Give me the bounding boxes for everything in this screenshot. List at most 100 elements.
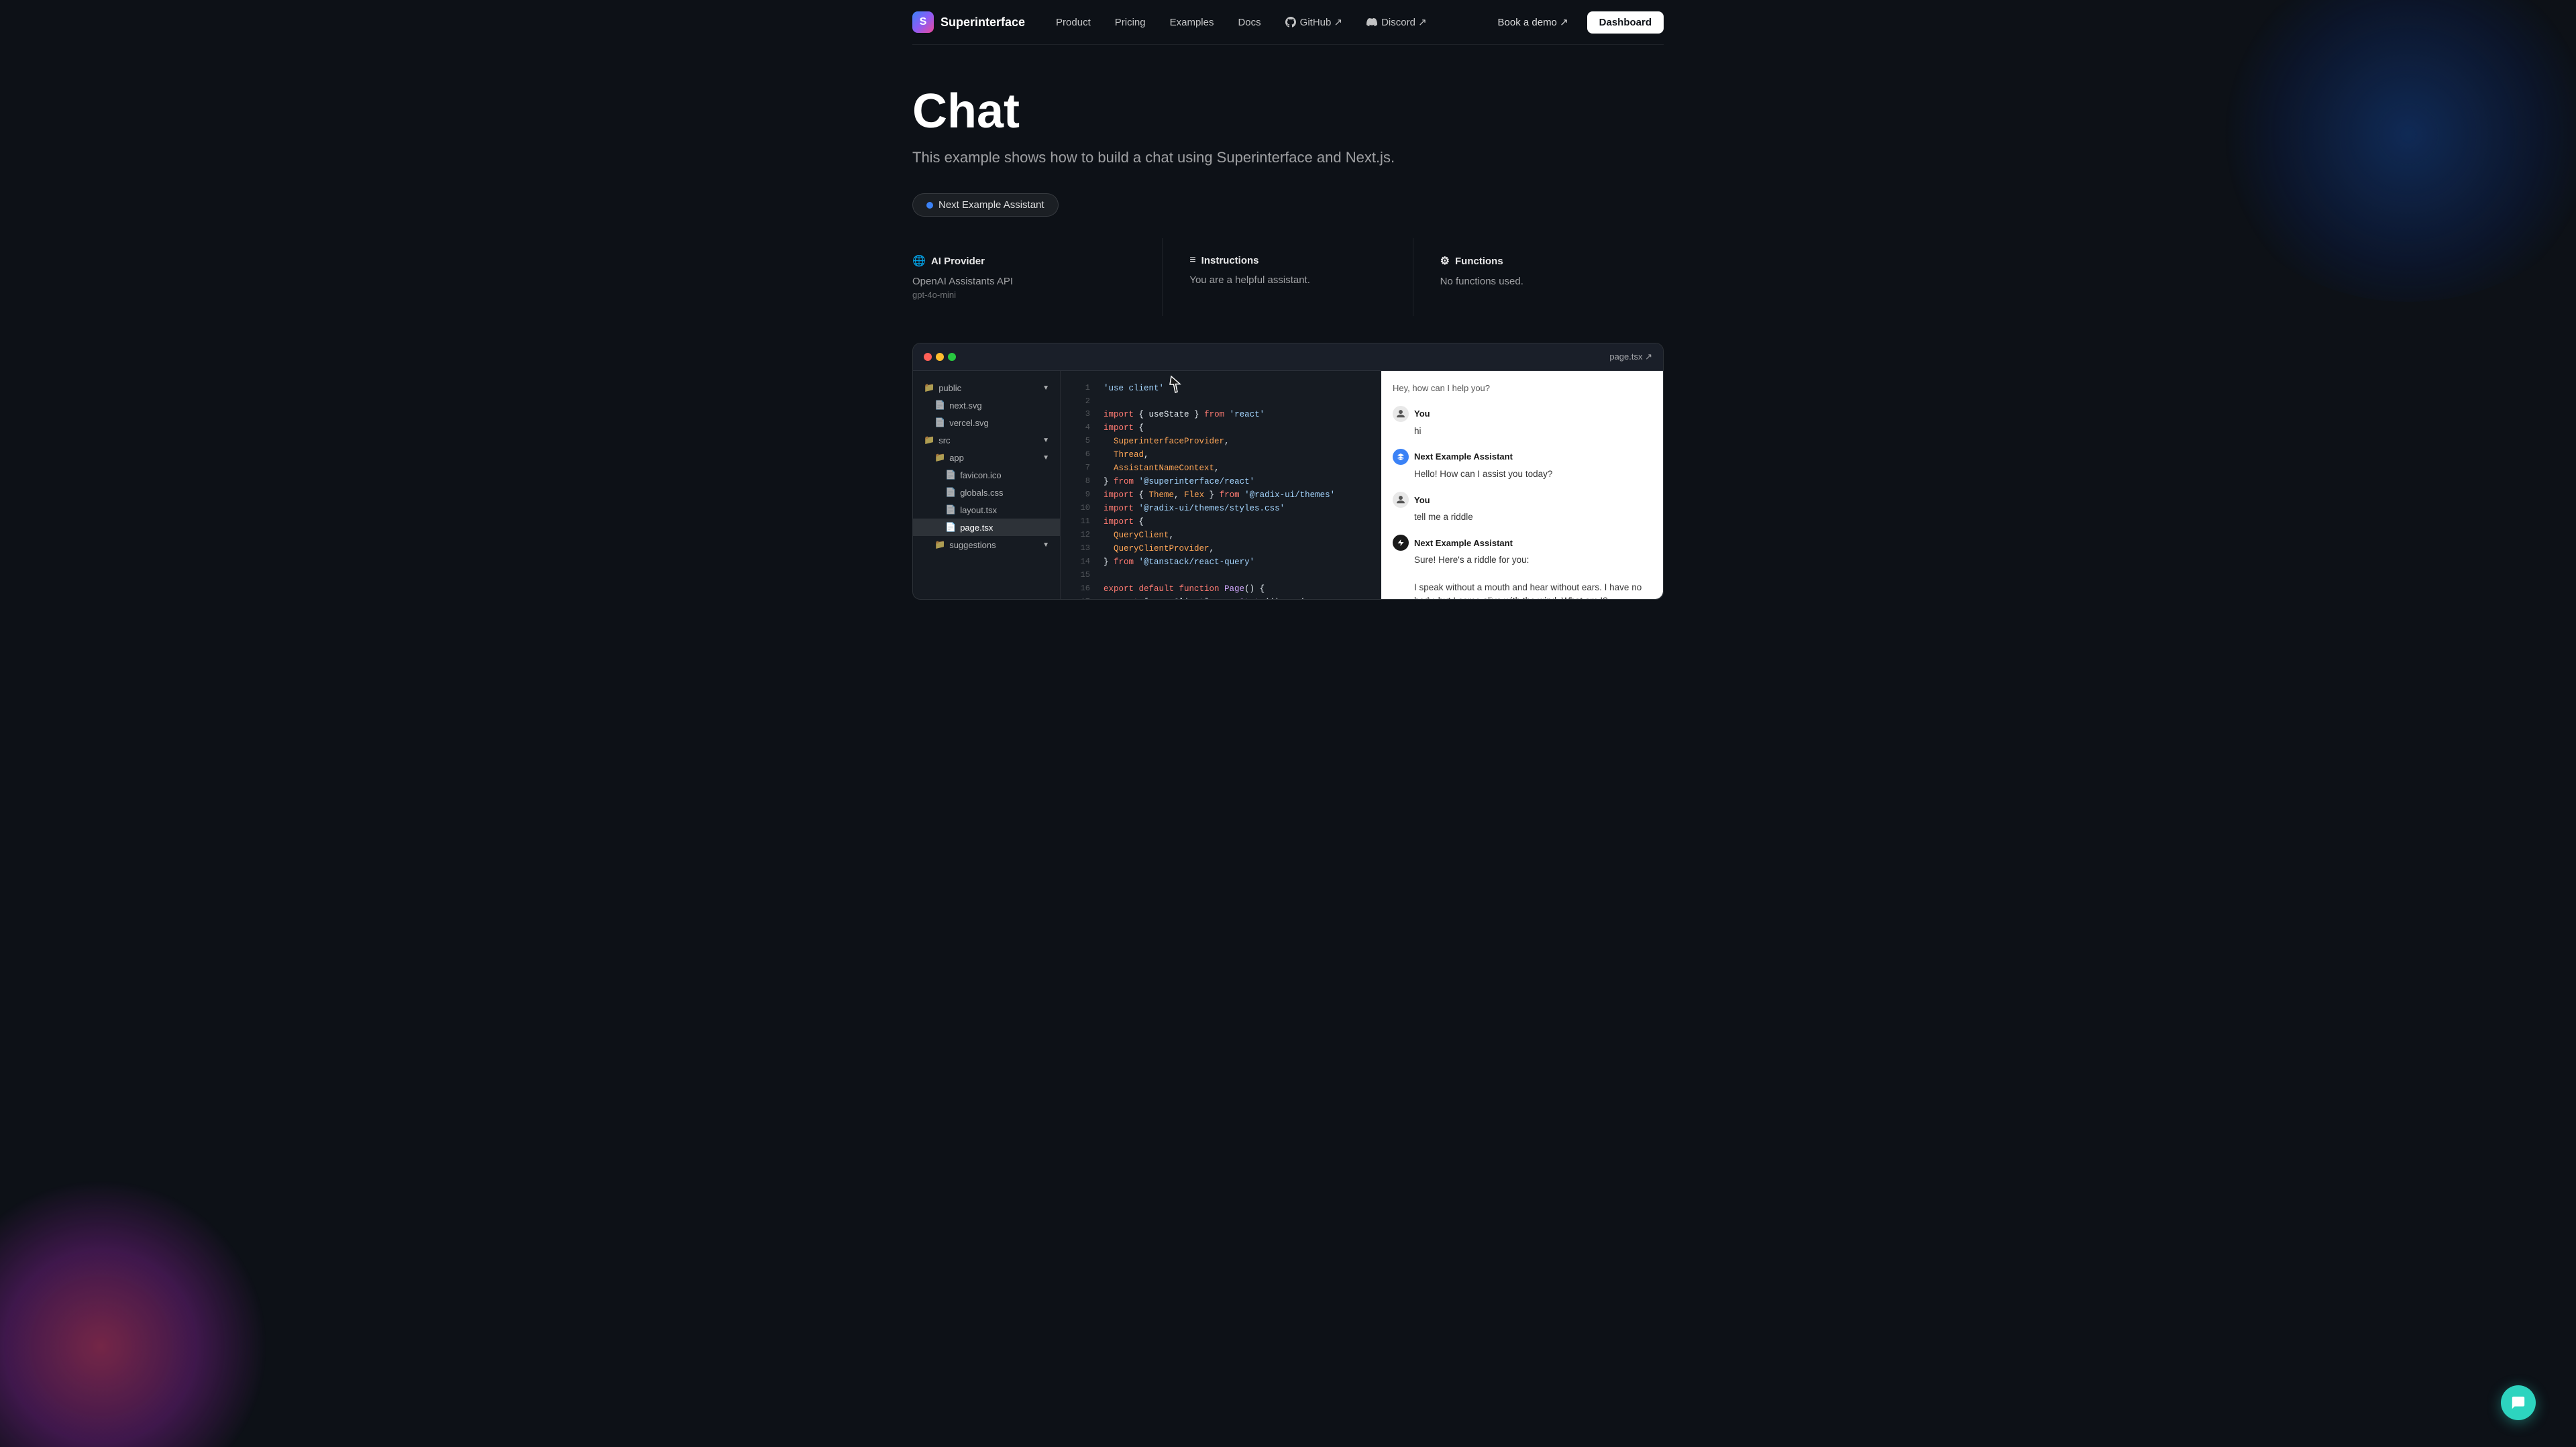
initial-text: Hey, how can I help you? <box>1393 382 1652 395</box>
chat-message-initial: Hey, how can I help you? <box>1393 382 1652 395</box>
page-title: Chat <box>912 85 1664 138</box>
code-panel-body: 📁 public ▼ 📄 next.svg 📄 vercel.svg 📁 <box>913 371 1663 599</box>
user-avatar-2 <box>1393 492 1409 508</box>
ai-provider-model: gpt-4o-mini <box>912 290 1135 300</box>
chat-text-riddle-answer: Sure! Here's a riddle for you: I speak w… <box>1414 553 1652 599</box>
ai-provider-title: AI Provider <box>931 256 985 267</box>
instructions-title: Instructions <box>1201 255 1259 266</box>
window-close-dot <box>924 353 932 361</box>
code-line-6: 6 Thread, <box>1061 448 1381 462</box>
chat-text-hello: Hello! How can I assist you today? <box>1414 468 1652 481</box>
tree-item-src[interactable]: 📁 src ▼ <box>913 431 1060 449</box>
tree-item-layout-tsx[interactable]: 📄 layout.tsx <box>913 501 1060 519</box>
window-minimize-dot <box>936 353 944 361</box>
file-icon: 📄 <box>934 400 945 411</box>
code-panel: page.tsx ↗ 📁 public ▼ 📄 next.svg <box>912 343 1664 600</box>
code-line-4: 4 import { <box>1061 421 1381 435</box>
tree-item-app[interactable]: 📁 app ▼ <box>913 449 1060 466</box>
folder-icon: 📁 <box>934 452 945 463</box>
code-line-10: 10 import '@radix-ui/themes/styles.css' <box>1061 502 1381 515</box>
assistant-name-1: Next Example Assistant <box>1414 451 1513 462</box>
file-icon: 📄 <box>945 487 956 498</box>
code-line-12: 12 QueryClient, <box>1061 529 1381 542</box>
assistant-avatar-1 <box>1393 449 1409 465</box>
nav-examples[interactable]: Examples <box>1161 11 1224 34</box>
chevron-icon: ▼ <box>1042 541 1049 549</box>
chat-fab-button[interactable] <box>2501 1385 2536 1420</box>
tree-item-vercel-svg[interactable]: 📄 vercel.svg <box>913 414 1060 431</box>
page-subtitle: This example shows how to build a chat u… <box>912 149 1664 166</box>
code-line-5: 5 SuperinterfaceProvider, <box>1061 435 1381 448</box>
tree-item-suggestions[interactable]: 📁 suggestions ▼ <box>913 536 1060 553</box>
ai-provider-value: OpenAI Assistants API <box>912 276 1135 287</box>
code-panel-header: page.tsx ↗ <box>913 343 1663 371</box>
file-icon: 📄 <box>934 417 945 428</box>
assistant-badge[interactable]: Next Example Assistant <box>912 193 1059 217</box>
window-controls <box>924 353 956 361</box>
file-icon: 📄 <box>945 522 956 533</box>
nav-pricing[interactable]: Pricing <box>1106 11 1155 34</box>
code-line-9: 9 import { Theme, Flex } from '@radix-ui… <box>1061 488 1381 502</box>
nav-discord[interactable]: Discord ↗ <box>1357 11 1436 34</box>
nav-docs[interactable]: Docs <box>1228 11 1270 34</box>
sender-name-you-1: You <box>1414 409 1430 419</box>
assistant-name-2: Next Example Assistant <box>1414 538 1513 548</box>
functions-icon: ⚙ <box>1440 254 1450 268</box>
logo[interactable]: S Superinterface <box>912 11 1025 33</box>
code-line-15: 15 <box>1061 569 1381 582</box>
badge-label: Next Example Assistant <box>938 199 1044 211</box>
discord-icon <box>1366 17 1377 28</box>
folder-icon: 📁 <box>924 435 934 445</box>
info-ai-provider: 🌐 AI Provider OpenAI Assistants API gpt-… <box>912 238 1163 316</box>
instructions-icon: ≡ <box>1189 254 1195 266</box>
chat-message-assistant-hello: Next Example Assistant Hello! How can I … <box>1393 449 1652 481</box>
nav-github[interactable]: GitHub ↗ <box>1276 11 1352 34</box>
code-line-1: 1 'use client' <box>1061 382 1381 395</box>
info-instructions: ≡ Instructions You are a helpful assista… <box>1163 238 1413 316</box>
code-line-11: 11 import { <box>1061 515 1381 529</box>
tree-item-public[interactable]: 📁 public ▼ <box>913 379 1060 396</box>
tree-item-next-svg[interactable]: 📄 next.svg <box>913 396 1060 414</box>
dashboard-button[interactable]: Dashboard <box>1587 11 1664 34</box>
info-grid: 🌐 AI Provider OpenAI Assistants API gpt-… <box>912 238 1664 316</box>
sender-you-2: You <box>1393 492 1652 508</box>
nav-product[interactable]: Product <box>1046 11 1100 34</box>
code-line-16: 16 export default function Page() { <box>1061 582 1381 596</box>
chat-text-hi: hi <box>1414 425 1652 438</box>
functions-title: Functions <box>1455 256 1503 267</box>
nav-actions: Book a demo ↗ Dashboard <box>1487 11 1664 34</box>
instructions-value: You are a helpful assistant. <box>1189 274 1385 286</box>
info-functions: ⚙ Functions No functions used. <box>1413 238 1664 316</box>
functions-value: No functions used. <box>1440 276 1637 287</box>
assistant-avatar-2 <box>1393 535 1409 551</box>
sender-name-you-2: You <box>1414 495 1430 505</box>
sender-assistant-1: Next Example Assistant <box>1393 449 1652 465</box>
code-line-17: 17 const [queryClient] = useState(() => … <box>1061 596 1381 600</box>
file-icon: 📄 <box>945 470 956 480</box>
folder-icon: 📁 <box>934 539 945 550</box>
chat-message-user-hi: You hi <box>1393 406 1652 438</box>
nav-links: Product Pricing Examples Docs GitHub ↗ <box>1046 11 1465 34</box>
tree-item-globals-css[interactable]: 📄 globals.css <box>913 484 1060 501</box>
code-line-14: 14 } from '@tanstack/react-query' <box>1061 555 1381 569</box>
tree-item-page-tsx[interactable]: 📄 page.tsx <box>913 519 1060 536</box>
code-line-7: 7 AssistantNameContext, <box>1061 462 1381 475</box>
main-content: Chat This example shows how to build a c… <box>912 45 1664 627</box>
sender-assistant-2: Next Example Assistant <box>1393 535 1652 551</box>
code-line-8: 8 } from '@superinterface/react' <box>1061 475 1381 488</box>
code-line-3: 3 import { useState } from 'react' <box>1061 408 1381 421</box>
code-line-13: 13 QueryClientProvider, <box>1061 542 1381 555</box>
chat-panel: Hey, how can I help you? You hi <box>1381 371 1663 599</box>
logo-text: Superinterface <box>941 15 1025 30</box>
logo-icon: S <box>912 11 934 33</box>
sender-you-1: You <box>1393 406 1652 422</box>
chevron-icon: ▼ <box>1042 437 1049 444</box>
code-line-2: 2 <box>1061 395 1381 408</box>
book-demo-button[interactable]: Book a demo ↗ <box>1487 11 1579 34</box>
chat-text-riddle-request: tell me a riddle <box>1414 511 1652 524</box>
file-icon: 📄 <box>945 504 956 515</box>
tree-item-favicon[interactable]: 📄 favicon.ico <box>913 466 1060 484</box>
code-editor[interactable]: 1 'use client' 2 3 import { useState } f… <box>1061 371 1381 599</box>
file-name-label[interactable]: page.tsx ↗ <box>1609 352 1652 362</box>
user-avatar-1 <box>1393 406 1409 422</box>
